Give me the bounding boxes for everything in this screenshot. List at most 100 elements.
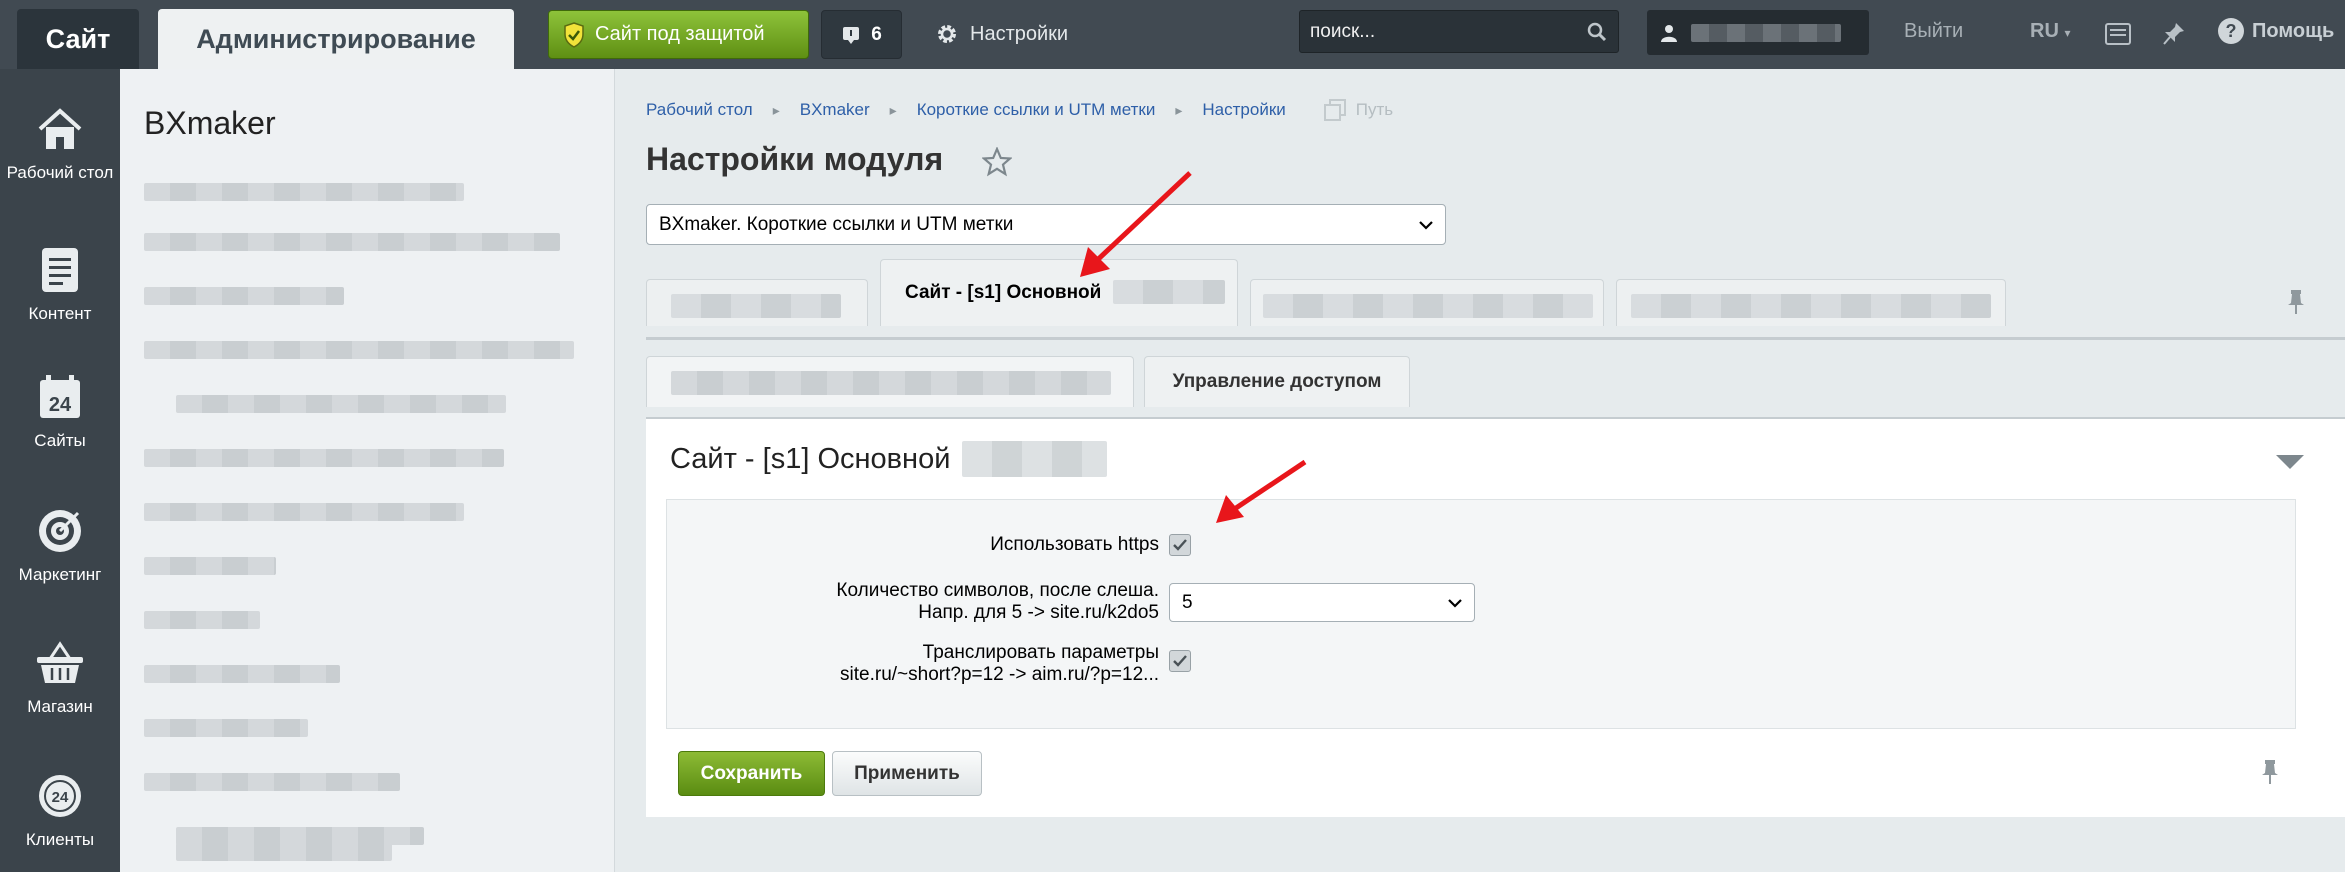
search-input[interactable]: поиск...	[1299, 10, 1619, 53]
tab-access-control[interactable]: Управление доступом	[1144, 356, 1410, 407]
menu-item-clients[interactable]: 24 Клиенты	[0, 770, 120, 849]
path-label: Путь	[1355, 100, 1394, 119]
settings-link[interactable]: Настройки	[936, 18, 1068, 50]
pin-icon[interactable]	[2260, 759, 2280, 785]
user-name-redacted	[1691, 23, 1841, 42]
favorite-star-icon[interactable]	[982, 147, 1012, 177]
site-tab-redacted[interactable]	[646, 279, 868, 326]
sidebar-item-redacted[interactable]	[144, 611, 260, 629]
search-icon[interactable]	[1576, 22, 1618, 42]
settings-tab-redacted[interactable]	[646, 356, 1134, 407]
module-select-value: BXmaker. Короткие ссылки и UTM метки	[659, 213, 1014, 235]
chars-count-label: Количество символов, после слеша. Напр. …	[836, 580, 1159, 623]
breadcrumb-item[interactable]: BXmaker	[800, 100, 870, 120]
site-tab-s1[interactable]: Сайт - [s1] Основной	[880, 259, 1238, 326]
menu-item-shop[interactable]: Магазин	[0, 637, 120, 716]
chars-count-select[interactable]: 5	[1169, 583, 1475, 622]
chevron-down-icon	[1448, 598, 1462, 608]
logout-link[interactable]: Выйти	[1904, 20, 1963, 43]
translate-params-label: Транслировать параметры site.ru/~short?p…	[840, 642, 1159, 685]
sidebar-item-redacted[interactable]	[144, 773, 400, 791]
home-icon	[34, 103, 86, 155]
admin-tab[interactable]: Администрирование	[158, 9, 514, 69]
pin-icon[interactable]	[2286, 289, 2306, 315]
notifications-button[interactable]: 6	[821, 10, 902, 59]
checkmark-icon	[1173, 655, 1187, 667]
help-icon: ?	[2218, 18, 2244, 44]
settings-panel: Сайт - [s1] Основной Использовать https …	[646, 417, 2345, 817]
notification-icon	[843, 26, 860, 44]
https-label: Использовать https	[990, 534, 1159, 555]
gear-icon	[938, 25, 956, 43]
sidebar-item-redacted[interactable]	[144, 183, 464, 201]
keyboard-icon[interactable]	[2104, 20, 2132, 48]
menu-label: Рабочий стол	[6, 163, 114, 182]
https-checkbox[interactable]	[1169, 534, 1191, 556]
top-bar: Сайт Администрирование Сайт под защитой …	[0, 0, 2345, 69]
site-tab-s1-label: Сайт - [s1] Основной	[905, 282, 1102, 303]
sidebar-item-redacted[interactable]	[176, 395, 506, 413]
menu-item-content[interactable]: Контент	[0, 244, 120, 323]
sidebar-item-redacted[interactable]	[144, 341, 574, 359]
chars-count-value: 5	[1182, 591, 1193, 613]
help-label: Помощь	[2252, 19, 2335, 42]
panel-title-text: Сайт - [s1] Основной	[670, 442, 951, 475]
sidebar-item-redacted[interactable]	[144, 503, 464, 521]
sidebar-item-redacted[interactable]	[144, 665, 340, 683]
svg-text:24: 24	[49, 394, 72, 416]
site-protected-button[interactable]: Сайт под защитой	[548, 10, 809, 59]
language-switcher[interactable]: RU ▾	[2030, 20, 2070, 43]
breadcrumb-item[interactable]: Рабочий стол	[646, 100, 753, 120]
sidebar-item-redacted[interactable]	[144, 233, 560, 251]
document-icon	[34, 244, 86, 296]
breadcrumb: Рабочий стол ▸ BXmaker ▸ Короткие ссылки…	[646, 99, 1393, 121]
settings-label: Настройки	[970, 22, 1069, 45]
sidebar-item-redacted[interactable]	[176, 843, 392, 861]
clients-24-icon: 24	[34, 770, 86, 822]
apply-button[interactable]: Применить	[832, 751, 982, 796]
breadcrumb-item[interactable]: Короткие ссылки и UTM метки	[917, 100, 1156, 120]
svg-text:24: 24	[52, 789, 69, 806]
site-tab-redacted[interactable]	[1250, 279, 1604, 326]
target-icon	[34, 505, 86, 557]
sidebar-item-redacted[interactable]	[144, 449, 504, 467]
site-tabs: Сайт - [s1] Основной	[646, 259, 2345, 326]
user-menu[interactable]	[1647, 10, 1869, 55]
chevron-down-icon	[1419, 220, 1433, 230]
save-button[interactable]: Сохранить	[678, 751, 825, 796]
module-sidebar: BXmaker	[120, 69, 615, 872]
breadcrumb-separator: ▸	[1175, 101, 1183, 118]
basket-icon	[34, 637, 86, 689]
site-protected-label: Сайт под защитой	[595, 23, 765, 45]
pin-icon[interactable]	[2160, 20, 2188, 48]
breadcrumb-separator: ▸	[889, 101, 897, 118]
site-tab-redacted[interactable]	[1616, 279, 2006, 326]
sidebar-item-redacted[interactable]	[144, 557, 276, 575]
sidebar-title: BXmaker	[144, 105, 276, 141]
menu-item-marketing[interactable]: Маркетинг	[0, 505, 120, 584]
translate-params-checkbox[interactable]	[1169, 650, 1191, 672]
panel-title-redacted	[962, 441, 1108, 477]
tabs-divider	[646, 337, 2345, 340]
menu-label: Магазин	[27, 697, 93, 716]
menu-item-desktop[interactable]: Рабочий стол	[0, 103, 120, 182]
sidebar-item-redacted[interactable]	[144, 719, 308, 737]
user-icon	[1661, 24, 1677, 42]
menu-label: Клиенты	[25, 830, 95, 849]
menu-item-sites[interactable]: 24 Сайты	[0, 371, 120, 450]
copy-icon	[1323, 99, 1346, 121]
notifications-count: 6	[871, 23, 882, 45]
checkmark-icon	[1173, 539, 1187, 551]
sidebar-item-redacted[interactable]	[144, 287, 344, 305]
help-link[interactable]: ? Помощь	[2218, 18, 2334, 44]
menu-label: Сайты	[34, 431, 86, 450]
site-tab[interactable]: Сайт	[17, 9, 139, 69]
breadcrumb-item[interactable]: Настройки	[1202, 100, 1285, 120]
panel-title: Сайт - [s1] Основной	[670, 441, 1108, 477]
menu-label: Контент	[28, 304, 92, 323]
main-content: Рабочий стол ▸ BXmaker ▸ Короткие ссылки…	[616, 69, 2345, 872]
path-button[interactable]: Путь	[1323, 99, 1394, 121]
menu-label: Маркетинг	[18, 565, 102, 584]
collapse-icon[interactable]	[2276, 455, 2304, 469]
module-select[interactable]: BXmaker. Короткие ссылки и UTM метки	[646, 204, 1446, 245]
